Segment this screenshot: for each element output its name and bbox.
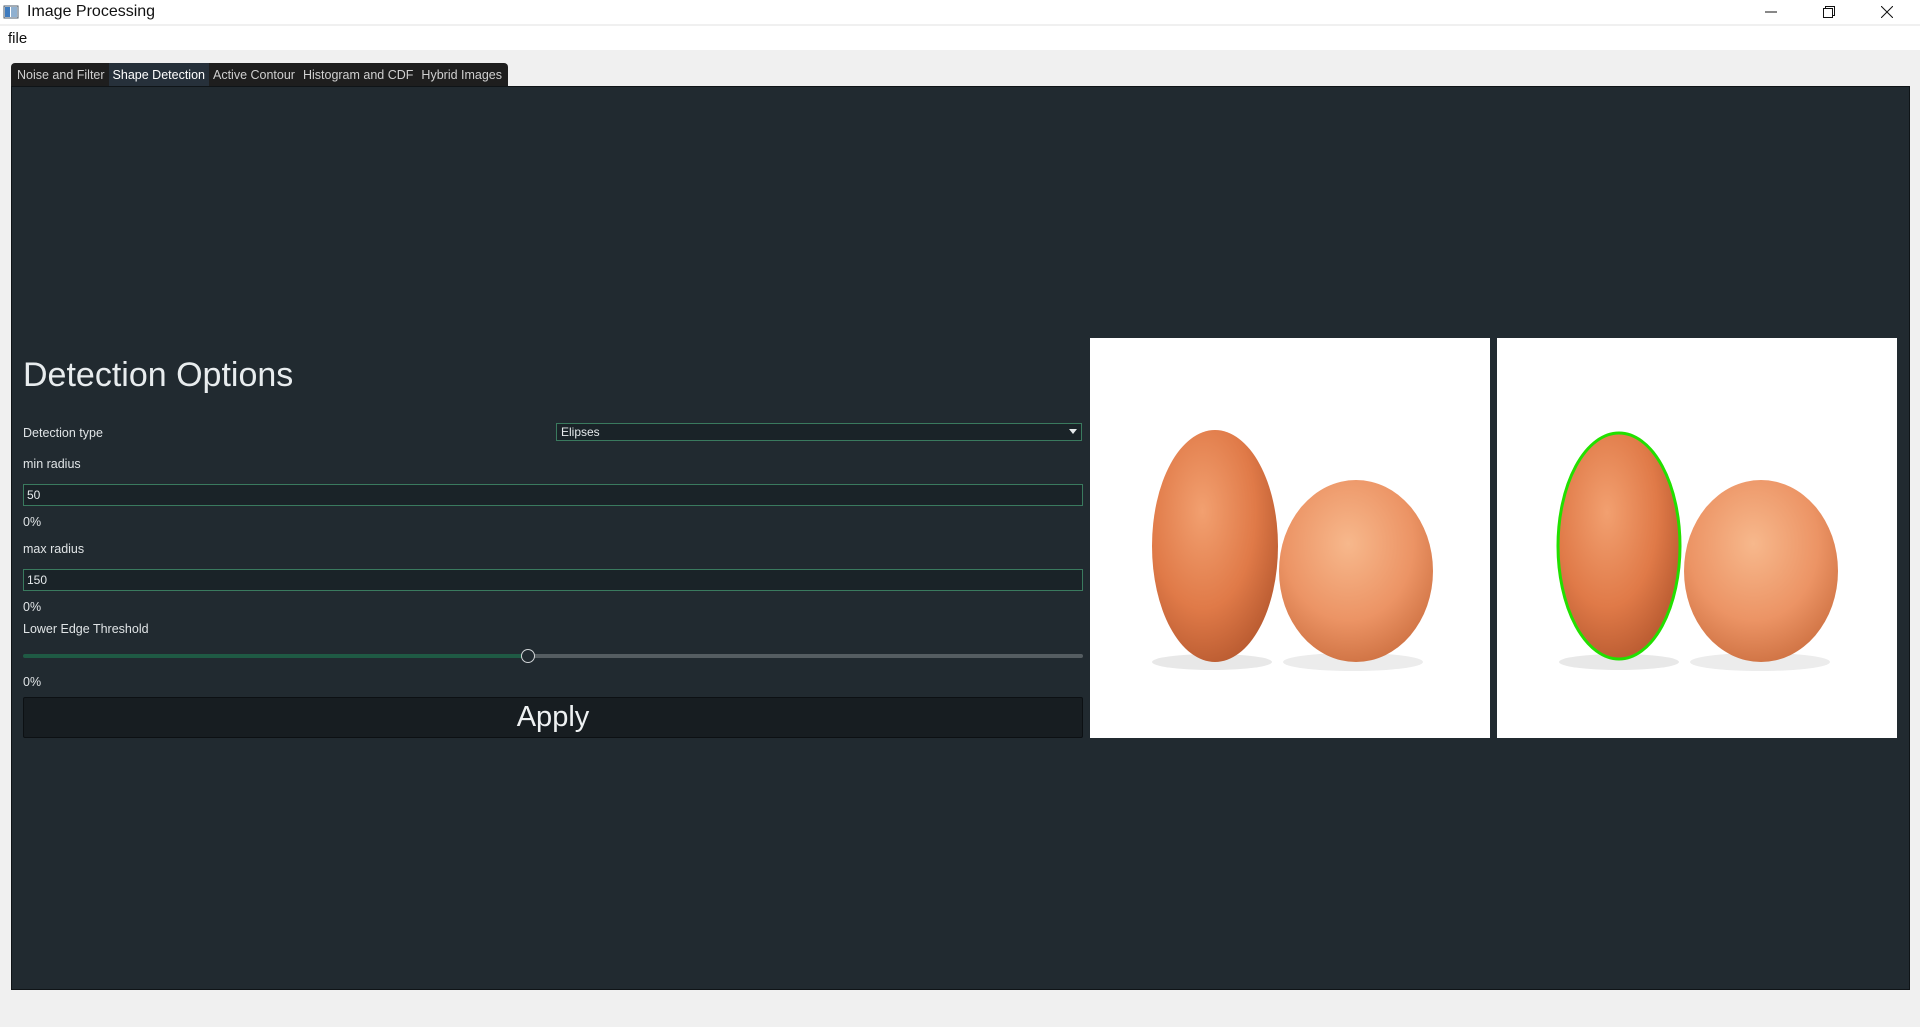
max-radius-label: max radius (23, 542, 85, 556)
threshold-label: Lower Edge Threshold (23, 622, 149, 636)
tab-hybrid-images[interactable]: Hybrid Images (417, 63, 506, 87)
input-eggs-image (1152, 430, 1433, 671)
max-radius-input[interactable]: 150 (23, 569, 1083, 591)
min-radius-percent: 0% (23, 515, 42, 529)
detection-type-select[interactable]: Elipses (556, 423, 1082, 441)
title-bar: Image Processing (0, 0, 1920, 24)
app-window-icon (3, 5, 19, 19)
window-title: Image Processing (27, 3, 156, 20)
min-radius-label: min radius (23, 457, 81, 471)
chevron-down-icon (1069, 429, 1077, 434)
menu-bar: file (0, 26, 1920, 50)
max-radius-percent: 0% (23, 600, 42, 614)
threshold-slider-handle[interactable] (520, 649, 535, 663)
input-image-view (1090, 338, 1490, 738)
apply-button[interactable]: Apply (23, 697, 1083, 738)
tab-noise-and-filter[interactable]: Noise and Filter (13, 63, 109, 87)
tab-histogram-and-cdf[interactable]: Histogram and CDF (299, 63, 417, 87)
close-button[interactable] (1858, 0, 1916, 24)
output-eggs-image (1556, 431, 1838, 671)
minimize-button[interactable] (1742, 0, 1800, 24)
detection-type-label: Detection type (23, 426, 103, 440)
close-icon (1881, 6, 1893, 18)
detection-type-value: Elipses (561, 425, 600, 439)
restore-button[interactable] (1800, 0, 1858, 24)
page-title: Detection Options (23, 356, 294, 394)
threshold-slider-filled[interactable] (23, 654, 528, 658)
min-radius-input[interactable]: 50 (23, 484, 1083, 506)
tab-active-contour[interactable]: Active Contour (209, 63, 299, 87)
output-image-view (1497, 338, 1897, 738)
tab-bar: Noise and Filter Shape Detection Active … (11, 63, 509, 87)
menu-file[interactable]: file (8, 30, 27, 47)
threshold-slider-track[interactable] (527, 654, 1083, 658)
tab-shape-detection[interactable]: Shape Detection (108, 63, 209, 87)
restore-icon (1823, 6, 1835, 18)
minimize-icon (1765, 11, 1777, 13)
threshold-percent: 0% (23, 675, 42, 689)
